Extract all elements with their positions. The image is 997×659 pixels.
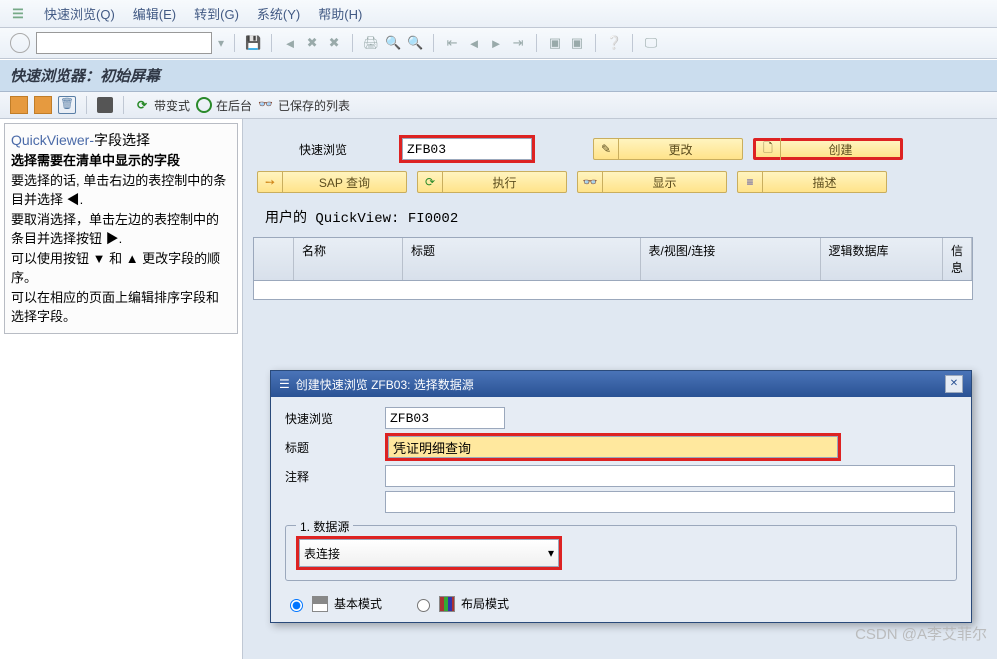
glasses-icon: 👓 bbox=[578, 171, 603, 193]
help-line2: 要选择的话, 单击右边的表控制中的条目并选择 ◀. bbox=[11, 173, 226, 208]
transfer-icon[interactable] bbox=[97, 97, 113, 113]
help2-icon[interactable]: ❔ bbox=[606, 35, 622, 51]
dlg-note2-input[interactable] bbox=[385, 491, 955, 513]
table-body[interactable] bbox=[254, 281, 972, 299]
menu-goto[interactable]: 转到(G) bbox=[194, 4, 239, 23]
prev-page-icon[interactable]: ◄ bbox=[466, 35, 482, 51]
command-field[interactable] bbox=[36, 32, 212, 54]
find-next-icon[interactable]: 🔍 bbox=[407, 35, 423, 51]
mode-row: 基本模式 布局模式 bbox=[285, 595, 957, 612]
with-variant-button[interactable]: ⟳带变式 bbox=[134, 97, 190, 114]
app-toolbar: 🗑 ⟳带变式 在后台 👓已保存的列表 bbox=[0, 92, 997, 119]
radio-layout-mode[interactable]: 布局模式 bbox=[412, 595, 509, 612]
datasource-fieldset: 1. 数据源 表连接 ▾ bbox=[285, 525, 957, 581]
dialog-titlebar[interactable]: ☰ 创建快速浏览 ZFB03: 选择数据源 ✕ bbox=[271, 371, 971, 397]
datasource-value: 表连接 bbox=[304, 545, 340, 562]
help-line1: 选择需要在清单中显示的字段 bbox=[11, 153, 180, 168]
back-icon[interactable]: ◄ bbox=[282, 35, 298, 51]
quickview-table: 名称 标题 表/视图/连接 逻辑数据库 信息 bbox=[253, 237, 973, 300]
user-quickview-text: 用户的 QuickView: FI0002 bbox=[265, 207, 987, 227]
dialog-icon: ☰ bbox=[279, 377, 290, 391]
dialog-close-button[interactable]: ✕ bbox=[945, 375, 963, 393]
saved-lists-button[interactable]: 👓已保存的列表 bbox=[258, 97, 350, 114]
help-line5: 可以在相应的页面上编辑排序字段和选择字段。 bbox=[11, 290, 219, 325]
help-title-b: 字段选择 bbox=[94, 132, 150, 148]
dlg-title-input[interactable] bbox=[388, 436, 838, 458]
layout-mode-icon bbox=[439, 596, 455, 612]
cancel-icon[interactable]: ✖ bbox=[326, 35, 342, 51]
paste-icon[interactable] bbox=[34, 96, 52, 114]
create-quickview-dialog: ☰ 创建快速浏览 ZFB03: 选择数据源 ✕ 快速浏览 标题 注释 1. 数据… bbox=[270, 370, 972, 623]
document-icon: 🗋 bbox=[756, 138, 781, 160]
in-background-button[interactable]: 在后台 bbox=[196, 97, 252, 114]
table-hcell-blank bbox=[254, 238, 294, 280]
table-hcell-ldb[interactable]: 逻辑数据库 bbox=[821, 238, 943, 280]
help-title-a: QuickViewer- bbox=[11, 132, 94, 148]
radio-basic-mode[interactable]: 基本模式 bbox=[285, 595, 382, 612]
shortcut-icon[interactable]: ▣ bbox=[569, 35, 585, 51]
layout-mode-label: 布局模式 bbox=[461, 595, 509, 612]
next-page-icon[interactable]: ► bbox=[488, 35, 504, 51]
datasource-legend: 1. 数据源 bbox=[296, 518, 353, 535]
quickview-input[interactable] bbox=[402, 138, 532, 160]
dlg-quickview-input[interactable] bbox=[385, 407, 505, 429]
help-line4: 可以使用按钮 ▼ 和 ▲ 更改字段的顺序。 bbox=[11, 251, 220, 286]
dlg-note-label: 注释 bbox=[285, 468, 385, 485]
arrow-right-icon: ➙ bbox=[258, 171, 283, 193]
layout-icon[interactable]: 🖵 bbox=[643, 35, 659, 51]
dlg-note-input[interactable] bbox=[385, 465, 955, 487]
basic-mode-icon bbox=[312, 596, 328, 612]
print-icon[interactable]: 🖨 bbox=[363, 35, 379, 51]
radio-basic-input[interactable] bbox=[290, 599, 303, 612]
table-hcell-title[interactable]: 标题 bbox=[403, 238, 641, 280]
execute-icon: ⟳ bbox=[418, 171, 443, 193]
dialog-body: 快速浏览 标题 注释 1. 数据源 表连接 ▾ bbox=[271, 397, 971, 622]
sap-query-button[interactable]: ➙ SAP 查询 bbox=[257, 171, 407, 193]
menu-edit[interactable]: 编辑(E) bbox=[133, 4, 176, 23]
menu-system[interactable]: 系统(Y) bbox=[257, 4, 300, 23]
info-icon: ≡ bbox=[738, 171, 763, 193]
first-page-icon[interactable]: ⇤ bbox=[444, 35, 460, 51]
find-icon[interactable]: 🔍 bbox=[385, 35, 401, 51]
dialog-title: 创建快速浏览 ZFB03: 选择数据源 bbox=[296, 376, 945, 393]
watermark: CSDN @A李艾菲尔 bbox=[855, 623, 987, 644]
delete-icon[interactable]: 🗑 bbox=[58, 96, 76, 114]
create-button[interactable]: 🗋 创建 bbox=[753, 138, 903, 160]
display-button[interactable]: 👓 显示 bbox=[577, 171, 727, 193]
chevron-down-icon: ▾ bbox=[548, 546, 554, 560]
page-title: 快速浏览器：初始屏幕 bbox=[0, 59, 997, 92]
datasource-select[interactable]: 表连接 ▾ bbox=[299, 539, 559, 567]
help-pane: QuickViewer-字段选择 选择需要在清单中显示的字段 要选择的话, 单击… bbox=[0, 119, 243, 659]
menu-bar: ☰ 快速浏览(Q) 编辑(E) 转到(G) 系统(Y) 帮助(H) bbox=[0, 0, 997, 28]
help-line3: 要取消选择，单击左边的表控制中的条目并选择按钮 ▶. bbox=[11, 212, 219, 247]
enter-icon[interactable] bbox=[10, 33, 30, 53]
radio-layout-input[interactable] bbox=[417, 599, 430, 612]
new-session-icon[interactable]: ▣ bbox=[547, 35, 563, 51]
dlg-quickview-label: 快速浏览 bbox=[285, 410, 385, 427]
dropdown-icon[interactable]: ▾ bbox=[218, 36, 224, 50]
describe-button[interactable]: ≡ 描述 bbox=[737, 171, 887, 193]
menu-quick[interactable]: 快速浏览(Q) bbox=[44, 4, 115, 23]
help-box: QuickViewer-字段选择 选择需要在清单中显示的字段 要选择的话, 单击… bbox=[4, 123, 238, 334]
change-button[interactable]: ✎ 更改 bbox=[593, 138, 743, 160]
table-hcell-name[interactable]: 名称 bbox=[294, 238, 403, 280]
dlg-title-label: 标题 bbox=[285, 439, 385, 456]
execute-button[interactable]: ⟳ 执行 bbox=[417, 171, 567, 193]
table-header: 名称 标题 表/视图/连接 逻辑数据库 信息 bbox=[254, 238, 972, 281]
basic-mode-label: 基本模式 bbox=[334, 595, 382, 612]
standard-toolbar: ▾ 💾 ◄ ✖ ✖ 🖨 🔍 🔍 ⇤ ◄ ► ⇥ ▣ ▣ ❔ 🖵 bbox=[0, 28, 997, 59]
pencil-icon: ✎ bbox=[594, 138, 619, 160]
save-icon[interactable]: 💾 bbox=[245, 35, 261, 51]
quickview-label: 快速浏览 bbox=[299, 141, 389, 158]
app-menu-icon[interactable]: ☰ bbox=[10, 6, 26, 22]
copy-icon[interactable] bbox=[10, 96, 28, 114]
exit-icon[interactable]: ✖ bbox=[304, 35, 320, 51]
table-hcell-info[interactable]: 信息 bbox=[943, 238, 972, 280]
last-page-icon[interactable]: ⇥ bbox=[510, 35, 526, 51]
table-hcell-table[interactable]: 表/视图/连接 bbox=[641, 238, 821, 280]
menu-help[interactable]: 帮助(H) bbox=[318, 4, 362, 23]
